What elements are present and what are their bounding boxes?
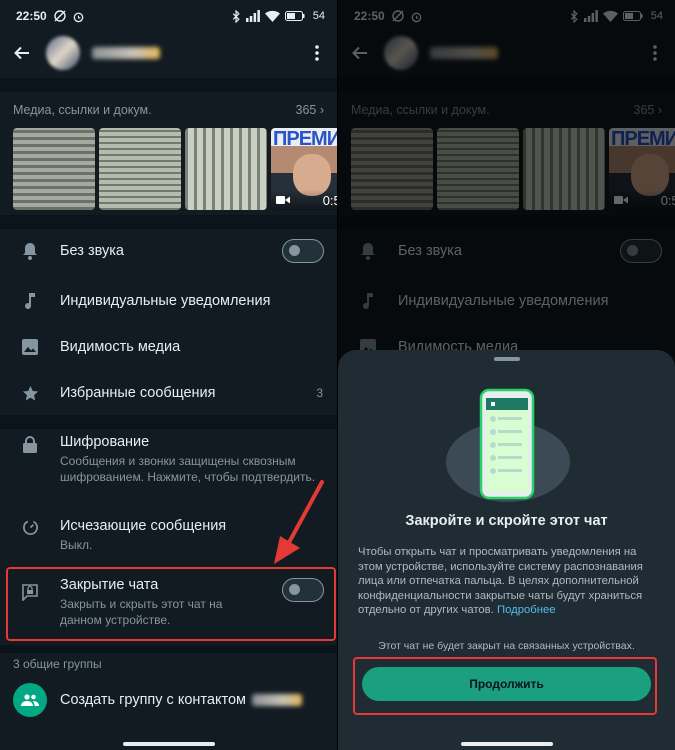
status-time: 22:50	[16, 9, 47, 23]
star-icon	[0, 385, 60, 402]
media-header[interactable]: Медиа, ссылки и докум. 365 ›	[13, 103, 324, 117]
media-thumb-document[interactable]	[185, 128, 267, 210]
encryption-label: Шифрование	[60, 434, 150, 450]
annotation-arrow-icon	[274, 480, 324, 564]
home-indicator	[122, 742, 215, 746]
lock-icon	[0, 434, 60, 453]
phone-lock-illustration	[446, 388, 570, 502]
video-camera-icon	[276, 196, 290, 204]
dnd-icon	[53, 9, 67, 23]
media-thumb-video[interactable]: ПРЕМИЯ 0:58	[271, 128, 337, 210]
annotation-highlight-box	[353, 657, 657, 715]
battery-icon	[284, 11, 305, 21]
contact-name[interactable]	[92, 47, 160, 59]
mute-toggle[interactable]	[282, 239, 324, 263]
section-divider	[0, 415, 337, 429]
back-arrow-icon[interactable]	[8, 39, 36, 67]
disappearing-messages-value: Выкл.	[60, 538, 93, 552]
signal-icon	[245, 10, 260, 22]
sheet-drag-handle[interactable]	[493, 357, 520, 361]
bluetooth-icon	[232, 9, 241, 23]
chat-lock-bottom-sheet: Закройте и скройте этот чат Чтобы открыт…	[338, 350, 675, 750]
media-visibility-label: Видимость медиа	[60, 339, 181, 355]
media-thumb-document[interactable]	[99, 128, 181, 210]
starred-messages-row[interactable]: Избранные сообщения 3	[0, 376, 337, 410]
media-strip: ПРЕМИЯ 0:58	[13, 128, 337, 210]
create-group-label: Создать группу с контактом	[60, 692, 302, 708]
custom-notifications-row[interactable]: Индивидуальные уведомления	[0, 284, 337, 318]
music-note-icon	[0, 292, 60, 310]
custom-notifications-label: Индивидуальные уведомления	[60, 293, 271, 309]
avatar[interactable]	[46, 36, 80, 70]
app-bar	[0, 32, 337, 74]
timer-icon	[0, 518, 60, 536]
home-indicator	[460, 742, 553, 746]
mute-row[interactable]: Без звука	[0, 234, 337, 268]
alarm-icon	[72, 10, 85, 23]
common-groups-header: 3 общие группы	[13, 657, 102, 671]
media-visibility-row[interactable]: Видимость медиа	[0, 330, 337, 364]
video-overlay: 0:58	[271, 190, 337, 210]
video-duration: 0:58	[322, 192, 337, 208]
mute-label: Без звука	[60, 243, 124, 259]
section-divider	[0, 215, 337, 229]
annotation-highlight-box	[6, 567, 336, 641]
section-divider	[0, 78, 337, 92]
learn-more-link[interactable]: Подробнее	[497, 604, 556, 616]
sheet-body: Чтобы открыть чат и просматривать уведом…	[358, 545, 657, 618]
create-group-row[interactable]: Создать группу с контактом	[0, 682, 337, 718]
chat-lock-dialog-screen: 22:50 54 Медиа, ссылки	[338, 0, 675, 750]
create-group-avatar	[0, 683, 60, 717]
image-icon	[0, 339, 60, 355]
starred-messages-label: Избранные сообщения	[60, 385, 216, 401]
media-thumb-document[interactable]	[13, 128, 95, 210]
battery-percent: 54	[312, 10, 325, 22]
status-bar: 22:50 54	[0, 0, 337, 32]
media-title: Медиа, ссылки и докум.	[13, 103, 152, 117]
disappearing-messages-label: Исчезающие сообщения	[60, 518, 227, 534]
wifi-icon	[264, 10, 280, 22]
starred-count: 3	[316, 386, 323, 400]
bell-icon	[0, 242, 60, 260]
media-count: 365 ›	[295, 103, 325, 117]
contact-info-screen: 22:50 54 Медиа, ссылки и докум. 365 › ПР…	[0, 0, 337, 750]
video-caption-text: ПРЕМИЯ	[273, 128, 337, 150]
contact-name-blurred	[251, 694, 302, 707]
group-icon	[13, 683, 47, 717]
linked-devices-note: Этот чат не будет закрыт на связанных ус…	[378, 640, 635, 652]
more-vert-icon[interactable]	[305, 39, 329, 67]
sheet-title: Закройте и скройте этот чат	[405, 513, 608, 529]
section-divider	[0, 645, 337, 653]
